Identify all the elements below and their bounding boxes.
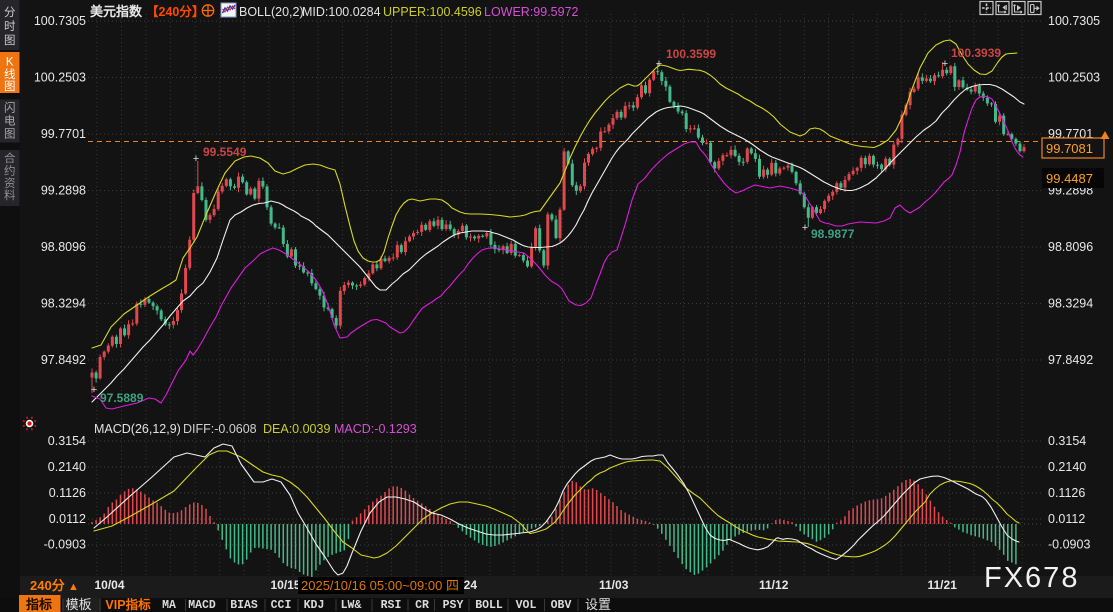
svg-text:▲: ▲ [68, 581, 79, 593]
svg-text:-0.0903: -0.0903 [44, 538, 86, 552]
svg-text:11/12: 11/12 [759, 578, 789, 592]
svg-text:10/04: 10/04 [95, 578, 125, 592]
svg-text:合: 合 [4, 151, 16, 165]
svg-text:99.5549: 99.5549 [203, 145, 247, 159]
svg-text:+: + [91, 384, 97, 396]
svg-text:【240分】: 【240分】 [146, 4, 204, 19]
svg-text:0.0112: 0.0112 [1048, 512, 1085, 526]
svg-text:BIAS: BIAS [230, 599, 258, 612]
svg-text:97.8492: 97.8492 [41, 353, 86, 367]
svg-text:97.5889: 97.5889 [100, 391, 144, 405]
svg-text:100.3939: 100.3939 [951, 46, 1001, 60]
svg-text:KDJ: KDJ [304, 599, 325, 612]
svg-text:BOLL: BOLL [475, 599, 503, 612]
svg-text:CR: CR [415, 599, 429, 612]
svg-text:0.3154: 0.3154 [48, 434, 86, 448]
svg-text:+: + [942, 58, 948, 70]
svg-text:98.8096: 98.8096 [41, 240, 86, 254]
svg-text:100.2503: 100.2503 [1048, 71, 1100, 85]
svg-text:100.7305: 100.7305 [34, 14, 86, 28]
svg-text:11/21: 11/21 [928, 578, 958, 592]
svg-text:+: + [193, 153, 199, 165]
svg-text:99.7701: 99.7701 [41, 127, 86, 141]
svg-text:240分: 240分 [30, 578, 65, 593]
svg-text:-0.0903: -0.0903 [1048, 538, 1090, 552]
svg-text:+: + [656, 58, 662, 70]
svg-text:98.8096: 98.8096 [1048, 240, 1093, 254]
svg-text:模板: 模板 [66, 597, 92, 612]
svg-text:料: 料 [4, 188, 16, 202]
svg-text:10/15: 10/15 [271, 578, 301, 592]
svg-text:99.2898: 99.2898 [41, 184, 86, 198]
svg-text:2025/10/16 05:00~09:00 四: 2025/10/16 05:00~09:00 四 [301, 578, 459, 593]
svg-text:分: 分 [4, 6, 16, 19]
svg-text:0.1126: 0.1126 [49, 486, 86, 500]
svg-text:BOLL(20,2): BOLL(20,2) [239, 5, 304, 19]
svg-text:指标: 指标 [26, 597, 52, 612]
svg-text:MID:100.0284: MID:100.0284 [302, 5, 381, 19]
svg-text:99.7081: 99.7081 [1046, 141, 1093, 156]
svg-text:100.3599: 100.3599 [666, 47, 716, 61]
svg-text:时: 时 [4, 20, 16, 33]
svg-text:100.7305: 100.7305 [1048, 14, 1100, 28]
svg-text:98.3294: 98.3294 [41, 297, 86, 311]
svg-text:MA: MA [162, 599, 176, 612]
svg-text:VIP指标: VIP指标 [105, 597, 151, 612]
svg-text:LOWER:99.5972: LOWER:99.5972 [484, 5, 579, 19]
svg-text:0.2140: 0.2140 [1048, 460, 1086, 474]
svg-text:资: 资 [4, 177, 16, 190]
svg-text:OBV: OBV [551, 599, 572, 612]
svg-text:闪: 闪 [4, 101, 16, 115]
svg-text:98.9877: 98.9877 [811, 227, 855, 241]
svg-text:设置: 设置 [585, 597, 611, 612]
svg-text:VOL: VOL [516, 599, 537, 612]
svg-text:DIFF:-0.0608: DIFF:-0.0608 [183, 422, 257, 436]
svg-text:97.8492: 97.8492 [1048, 353, 1093, 367]
svg-text:0.3154: 0.3154 [1048, 434, 1086, 448]
svg-text:MACD: MACD [188, 599, 216, 612]
svg-text:0.2140: 0.2140 [48, 460, 86, 474]
svg-text:98.3294: 98.3294 [1048, 297, 1093, 311]
svg-text:K: K [6, 57, 14, 69]
svg-text:图: 图 [4, 80, 16, 93]
svg-text:DEA:0.0039: DEA:0.0039 [263, 422, 330, 436]
svg-text:PSY: PSY [443, 599, 464, 612]
svg-text:图: 图 [4, 128, 16, 141]
svg-text:FX678: FX678 [984, 562, 1079, 594]
svg-text:UPPER:100.4596: UPPER:100.4596 [383, 5, 482, 19]
svg-text:线: 线 [4, 67, 16, 81]
svg-text:0.0112: 0.0112 [49, 512, 86, 526]
svg-text:电: 电 [4, 115, 16, 128]
svg-text:LW&: LW& [341, 599, 362, 612]
svg-text:MACD(26,12,9): MACD(26,12,9) [94, 422, 181, 436]
svg-text:图: 图 [4, 34, 16, 47]
svg-text:+: + [802, 222, 808, 234]
svg-text:11/03: 11/03 [599, 578, 629, 592]
svg-text:100.2503: 100.2503 [34, 71, 86, 85]
svg-text:约: 约 [4, 163, 16, 177]
svg-text:0.1126: 0.1126 [1048, 486, 1085, 500]
svg-text:99.4487: 99.4487 [1046, 171, 1093, 186]
svg-text:MACD:-0.1293: MACD:-0.1293 [334, 422, 417, 436]
svg-text:RSI: RSI [381, 599, 402, 612]
svg-text:美元指数: 美元指数 [90, 4, 143, 19]
svg-text:CCI: CCI [271, 599, 292, 612]
